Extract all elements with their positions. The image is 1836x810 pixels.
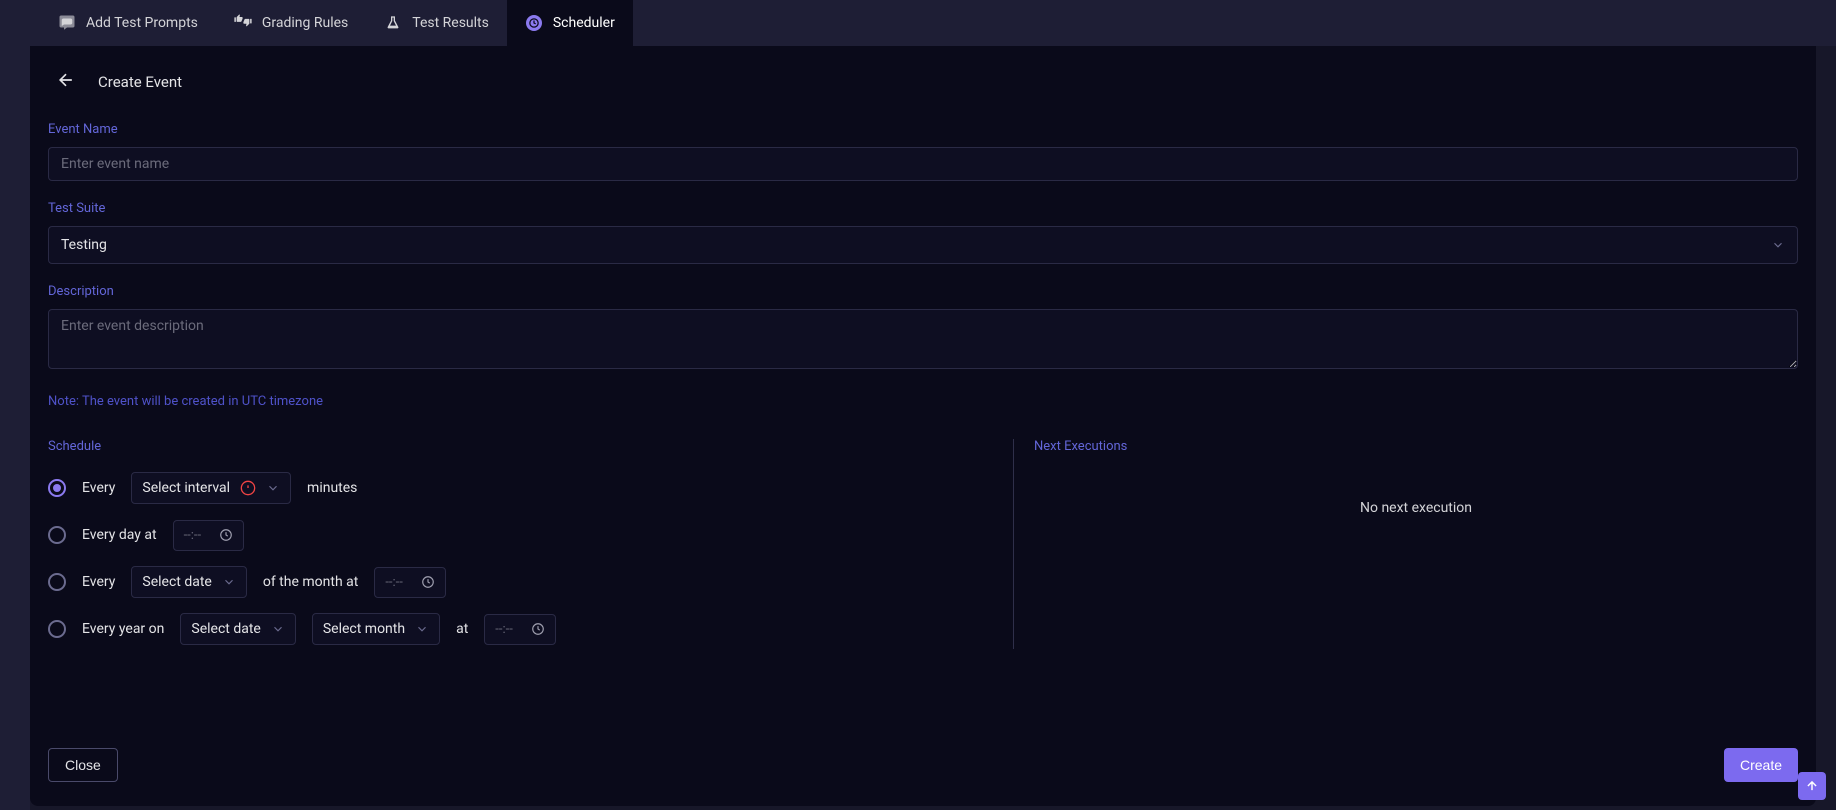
tab-label: Add Test Prompts [86, 15, 198, 31]
flask-icon [384, 14, 402, 32]
clock-outline-icon [531, 622, 545, 636]
interval-pre: Every [82, 480, 115, 496]
test-suite-value: Testing [61, 237, 107, 253]
tab-label: Test Results [412, 15, 489, 31]
chevron-down-icon [266, 481, 280, 495]
radio-monthly[interactable] [48, 573, 66, 591]
test-suite-select[interactable]: Testing [48, 226, 1798, 264]
radio-yearly[interactable] [48, 620, 66, 638]
chat-icon [58, 14, 76, 32]
daily-text: Every day at [82, 527, 157, 543]
tab-label: Scheduler [553, 15, 615, 31]
clock-icon [525, 14, 543, 32]
radio-daily[interactable] [48, 526, 66, 544]
yearly-month-select[interactable]: Select month [312, 613, 440, 645]
main-panel: Create Event Event Name Test Suite Testi… [30, 46, 1816, 806]
schedule-label: Schedule [48, 439, 1013, 454]
scroll-to-top-button[interactable] [1798, 772, 1826, 800]
clock-outline-icon [421, 575, 435, 589]
chevron-down-icon [222, 575, 236, 589]
tab-scheduler[interactable]: Scheduler [507, 0, 633, 46]
monthly-date-select[interactable]: Select date [131, 566, 246, 598]
event-name-input[interactable] [48, 147, 1798, 181]
test-suite-label: Test Suite [48, 201, 1798, 216]
next-executions-label: Next Executions [1034, 439, 1798, 454]
event-name-label: Event Name [48, 122, 1798, 137]
alert-circle-icon [240, 480, 256, 496]
yearly-pre: Every year on [82, 621, 164, 637]
radio-interval[interactable] [48, 479, 66, 497]
thumbs-icon [234, 14, 252, 32]
monthly-pre: Every [82, 574, 115, 590]
chevron-down-icon [415, 622, 429, 636]
tab-add-test-prompts[interactable]: Add Test Prompts [40, 0, 216, 46]
next-executions-message: No next execution [1034, 500, 1798, 516]
page-title: Create Event [98, 73, 182, 91]
tab-label: Grading Rules [262, 15, 348, 31]
yearly-at: at [456, 621, 468, 637]
close-button[interactable]: Close [48, 748, 118, 782]
tab-grading-rules[interactable]: Grading Rules [216, 0, 366, 46]
chevron-down-icon [1771, 238, 1785, 252]
arrow-up-icon [1805, 779, 1819, 793]
monthly-time-input[interactable]: --:-- [374, 567, 446, 598]
back-arrow-icon[interactable] [56, 70, 76, 94]
timezone-note: Note: The event will be created in UTC t… [48, 394, 323, 409]
interval-select[interactable]: Select interval [131, 472, 291, 504]
chevron-down-icon [271, 622, 285, 636]
clock-outline-icon [219, 528, 233, 542]
interval-post: minutes [307, 480, 357, 496]
description-textarea[interactable] [48, 309, 1798, 369]
monthly-mid: of the month at [263, 574, 358, 590]
yearly-date-select[interactable]: Select date [180, 613, 295, 645]
tab-test-results[interactable]: Test Results [366, 0, 507, 46]
description-label: Description [48, 284, 1798, 299]
yearly-time-input[interactable]: --:-- [484, 614, 556, 645]
daily-time-input[interactable]: --:-- [173, 520, 245, 551]
create-button[interactable]: Create [1724, 748, 1798, 782]
tabs-bar: Add Test Prompts Grading Rules Test Resu… [30, 0, 1836, 46]
